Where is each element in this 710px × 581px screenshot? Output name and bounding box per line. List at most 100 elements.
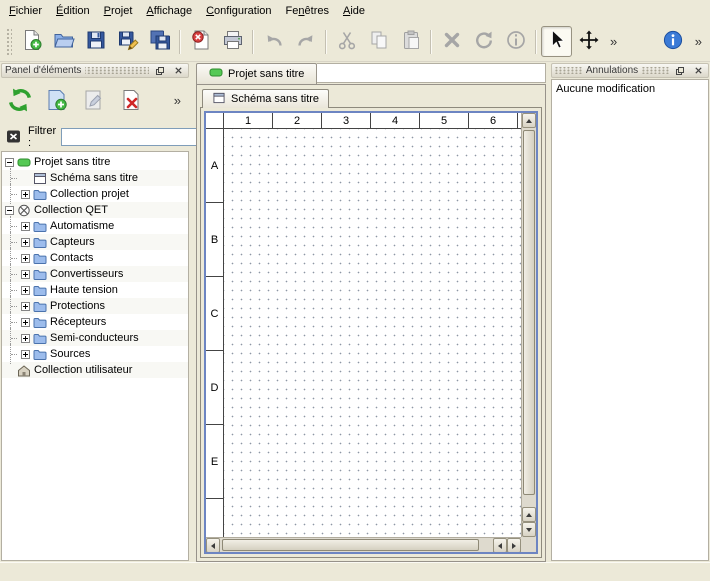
- vertical-scroll-thumb[interactable]: [523, 130, 535, 495]
- paste-button[interactable]: [395, 26, 426, 57]
- scroll-up-button[interactable]: [522, 113, 536, 128]
- expand-expander-icon[interactable]: [21, 302, 30, 311]
- horizontal-scroll-track[interactable]: [220, 538, 493, 552]
- float-panel-button[interactable]: [153, 65, 167, 77]
- undo-button[interactable]: [258, 26, 289, 57]
- schema-icon: [33, 172, 47, 185]
- print-button[interactable]: [217, 26, 248, 57]
- horizontal-scroll-thumb[interactable]: [222, 539, 479, 551]
- save-as-button[interactable]: [112, 26, 143, 57]
- elements-panel-titlebar[interactable]: Panel d'éléments: [1, 63, 189, 78]
- tree-item-capteurs[interactable]: Capteurs: [2, 234, 188, 250]
- titlebar-grip[interactable]: [555, 67, 582, 74]
- delete-button[interactable]: [436, 26, 467, 57]
- scroll-right-button[interactable]: [507, 538, 521, 553]
- tree-item-convertisseurs[interactable]: Convertisseurs: [2, 266, 188, 282]
- reload-collections-button[interactable]: [4, 85, 36, 117]
- scroll-left-button-2[interactable]: [493, 538, 507, 553]
- toolbar-handle[interactable]: [6, 28, 12, 56]
- pan-mode-button[interactable]: [573, 26, 604, 57]
- tree-item-schema-sans-titre[interactable]: Schéma sans titre: [2, 170, 188, 186]
- menu-aide[interactable]: Aide: [336, 0, 372, 22]
- expand-expander-icon[interactable]: [21, 334, 30, 343]
- tree-item-collection-projet[interactable]: Collection projet: [2, 186, 188, 202]
- delete-element-button[interactable]: [115, 85, 147, 117]
- menu-fenetres[interactable]: Fenêtres: [279, 0, 336, 22]
- tree-item-sources[interactable]: Sources: [2, 346, 188, 362]
- scroll-up-button-2[interactable]: [522, 507, 536, 522]
- tree-item-projet-sans-titre[interactable]: Projet sans titre: [2, 154, 188, 170]
- tree-branch-line: [5, 266, 18, 282]
- vertical-scroll-track[interactable]: [522, 128, 536, 507]
- tree-item-collection-utilisateur[interactable]: Collection utilisateur: [2, 362, 188, 378]
- expand-expander-icon[interactable]: [21, 286, 30, 295]
- toolbar-overflow-button-right[interactable]: »: [690, 27, 707, 57]
- copy-button[interactable]: [363, 26, 394, 57]
- save-all-button[interactable]: [144, 26, 175, 57]
- float-panel-button[interactable]: [673, 65, 687, 77]
- expand-expander-icon[interactable]: [21, 270, 30, 279]
- expand-expander-icon[interactable]: [21, 190, 30, 199]
- close-panel-button[interactable]: [171, 65, 185, 77]
- horizontal-scrollbar[interactable]: [206, 537, 521, 552]
- menu-affichage[interactable]: Affichage: [139, 0, 199, 22]
- tree-item-semi-conducteurs[interactable]: Semi-conducteurs: [2, 330, 188, 346]
- expand-expander-icon[interactable]: [21, 350, 30, 359]
- tree-item-label: Projet sans titre: [34, 156, 110, 168]
- undo-panel: Annulations Aucune modification: [550, 62, 710, 562]
- row-header: D: [206, 351, 223, 425]
- menu-projet[interactable]: Projet: [97, 0, 140, 22]
- expand-expander-icon[interactable]: [21, 222, 30, 231]
- tree-item-automatisme[interactable]: Automatisme: [2, 218, 188, 234]
- new-element-icon: [45, 88, 69, 115]
- tab-schema-sans-titre[interactable]: Schéma sans titre: [202, 89, 329, 108]
- new-project-button[interactable]: [16, 26, 47, 57]
- diagram-info-button[interactable]: [500, 26, 531, 57]
- filter-row: Filtrer :: [0, 123, 190, 151]
- save-button[interactable]: [80, 26, 111, 57]
- menu-configuration[interactable]: Configuration: [199, 0, 278, 22]
- schema-canvas[interactable]: [224, 129, 521, 537]
- expand-expander-icon[interactable]: [21, 318, 30, 327]
- toolbar-separator: [325, 30, 327, 54]
- titlebar-grip[interactable]: [85, 67, 149, 74]
- vertical-scrollbar[interactable]: [521, 113, 536, 537]
- clear-filter-button[interactable]: [5, 128, 23, 146]
- menu-fichier[interactable]: Fichier: [2, 0, 49, 22]
- menu-bar: Fichier Édition Projet Affichage Configu…: [0, 0, 710, 22]
- undo-history-list[interactable]: Aucune modification: [551, 79, 709, 561]
- collapse-expander-icon[interactable]: [5, 158, 14, 167]
- titlebar-grip[interactable]: [642, 67, 669, 74]
- redo-button[interactable]: [290, 26, 321, 57]
- close-panel-button[interactable]: [691, 65, 705, 77]
- tree-item-haute-tension[interactable]: Haute tension: [2, 282, 188, 298]
- scroll-left-button[interactable]: [206, 538, 220, 553]
- rotate-button[interactable]: [468, 26, 499, 57]
- cut-button[interactable]: [331, 26, 362, 57]
- schema-icon: [212, 92, 226, 107]
- delete-cross-icon: [441, 29, 463, 54]
- filter-input[interactable]: [61, 128, 211, 146]
- tree-item-protections[interactable]: Protections: [2, 298, 188, 314]
- open-project-button[interactable]: [48, 26, 79, 57]
- menu-edition[interactable]: Édition: [49, 0, 97, 22]
- new-element-button[interactable]: [41, 85, 73, 117]
- edit-pencil-icon: [82, 88, 106, 115]
- close-file-button[interactable]: [185, 26, 216, 57]
- tree-item-recepteurs[interactable]: Récepteurs: [2, 314, 188, 330]
- collapse-expander-icon[interactable]: [5, 206, 14, 215]
- scroll-down-button[interactable]: [522, 522, 536, 537]
- edit-element-button[interactable]: [78, 85, 110, 117]
- tab-projet-sans-titre[interactable]: Projet sans titre: [196, 63, 317, 84]
- main-area: Panel d'éléments »: [0, 62, 710, 562]
- select-mode-button[interactable]: [541, 26, 572, 57]
- tree-item-contacts[interactable]: Contacts: [2, 250, 188, 266]
- column-header: 6: [469, 113, 518, 128]
- toolbar-overflow-button[interactable]: »: [605, 27, 622, 57]
- about-button[interactable]: [658, 26, 689, 57]
- tree-item-collection-qet[interactable]: Collection QET: [2, 202, 188, 218]
- expand-expander-icon[interactable]: [21, 238, 30, 247]
- panel-toolbar-overflow-button[interactable]: »: [169, 86, 186, 116]
- undo-panel-titlebar[interactable]: Annulations: [551, 63, 709, 78]
- expand-expander-icon[interactable]: [21, 254, 30, 263]
